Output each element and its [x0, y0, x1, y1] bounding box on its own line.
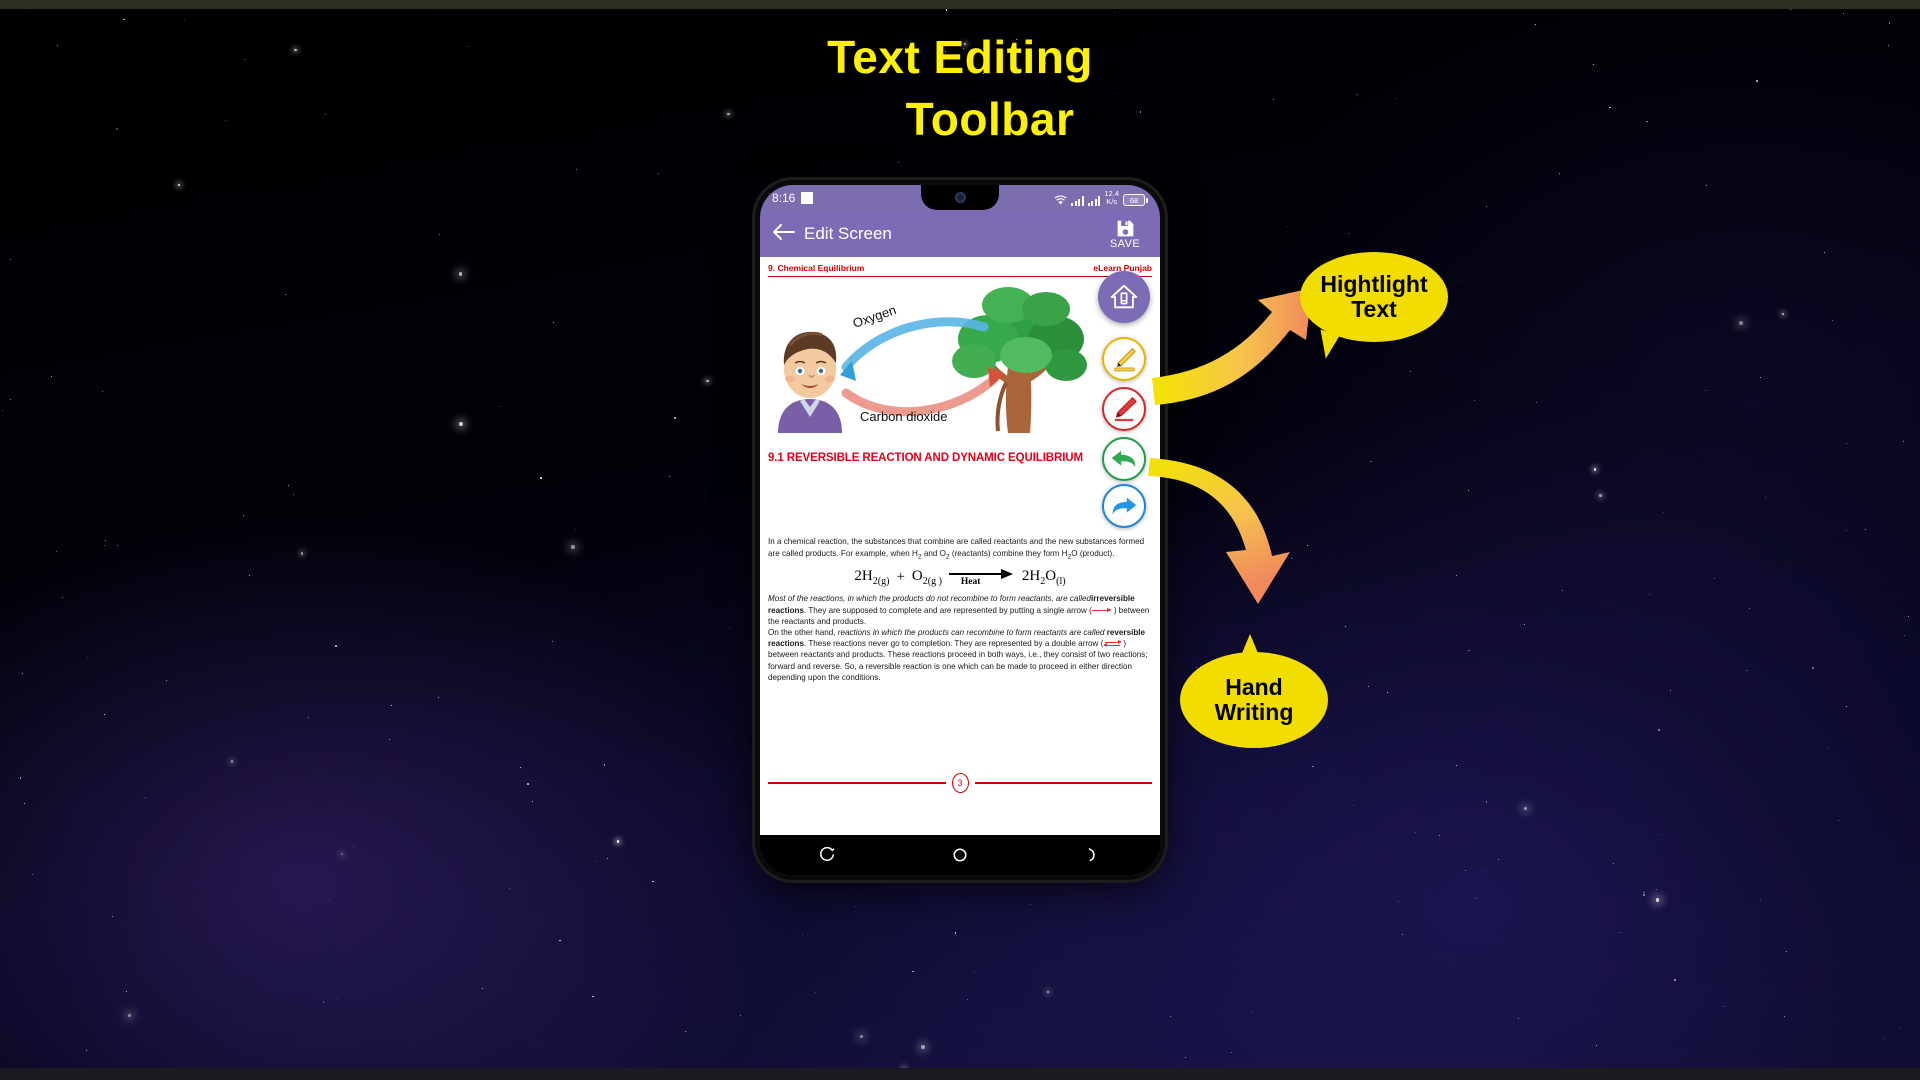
highlighter-pen-icon	[1114, 348, 1136, 372]
header-rule	[768, 276, 1152, 278]
paragraph-1-part4: O (product).	[1071, 548, 1115, 558]
status-bar-left: 8:16	[772, 191, 814, 205]
section-heading: 9.1 REVERSIBLE REACTION AND DYNAMIC EQUI…	[768, 452, 1083, 465]
redo-arrow-icon	[1112, 497, 1137, 515]
equation-plus: +	[896, 568, 905, 585]
paragraph-2-italic: Most of the reactions, in which the prod…	[768, 594, 1092, 604]
tree-graphic	[952, 287, 1087, 434]
front-camera-icon	[954, 192, 966, 203]
callout-hand-line1: Hand	[1225, 674, 1283, 701]
battery-tip	[1146, 197, 1148, 203]
signal-bars-icon-2	[1087, 195, 1101, 206]
paragraph-1-part2: and O	[921, 548, 946, 558]
callout-highlight-line2: Text	[1351, 296, 1397, 322]
status-bar-right: 12.4 K/s 68	[1054, 190, 1148, 206]
document-footer: 3	[768, 773, 1152, 793]
signal-bars-icon-1	[1071, 195, 1084, 206]
callout-hand-line2: Writing	[1214, 699, 1294, 725]
home-circle-icon[interactable]	[949, 844, 971, 866]
network-speed: 12.4 K/s	[1104, 190, 1119, 206]
equation-right: 2H2O(l)	[1021, 567, 1066, 587]
back-arrow-icon[interactable]	[772, 223, 798, 245]
paragraph-1: In a chemical reaction, the substances t…	[768, 537, 1145, 561]
battery-icon: 68	[1123, 194, 1148, 206]
app-bar: Edit Screen SAVE	[760, 211, 1160, 257]
paragraph-3-italic: reactions in which the products can reco…	[837, 627, 1105, 637]
battery-level: 68	[1123, 194, 1145, 206]
double-arrow-icon	[1103, 639, 1123, 648]
paragraph-2-rest: . They are supposed to complete and are …	[804, 605, 1092, 615]
label-carbon-dioxide: Carbon dioxide	[860, 409, 948, 425]
pencil-up-icon	[1110, 284, 1138, 309]
document-body: In a chemical reaction, the substances t…	[760, 536, 1160, 683]
phone-screen: 8:16 12.4 K/s 68 Edit Screen SAVE 9. Che…	[760, 185, 1160, 875]
callout-highlight-text: Hightlight Text	[1300, 252, 1448, 361]
top-border-strip	[0, 0, 1920, 9]
floppy-disk-icon	[1117, 220, 1133, 237]
callout-hand-writing: Hand Writing	[1180, 634, 1328, 748]
undo-tool[interactable]	[1102, 437, 1146, 481]
chapter-title: 9. Chemical Equilibrium	[768, 263, 865, 273]
save-button-label: SAVE	[1109, 238, 1141, 250]
callout-tail	[1240, 634, 1260, 658]
edit-fab[interactable]	[1098, 271, 1150, 323]
footer-rule-left	[768, 782, 946, 784]
footer-rule-right	[974, 782, 1152, 784]
highlighter-tool[interactable]	[1102, 337, 1146, 381]
navigation-bar	[760, 835, 1160, 875]
wifi-icon	[1055, 195, 1067, 205]
bottom-border-strip	[0, 1068, 1920, 1080]
paragraph-2: Most of the reactions, in which the prod…	[768, 593, 1152, 627]
equation-left-2: O2(g )	[911, 567, 942, 587]
back-nav-icon[interactable]	[1082, 844, 1104, 866]
camera-notch	[921, 185, 999, 210]
red-marker-icon	[1114, 397, 1137, 422]
paragraph-3-rest: . These reactions never go to completion…	[804, 639, 1104, 649]
save-button[interactable]: SAVE	[1102, 218, 1148, 250]
equation-arrow-label: Heat	[960, 577, 981, 588]
status-bar: 8:16 12.4 K/s 68	[760, 185, 1160, 211]
app-bar-title: Edit Screen	[804, 224, 892, 243]
phone-mockup: 8:16 12.4 K/s 68 Edit Screen SAVE 9. Che…	[755, 180, 1165, 880]
paragraph-1-part3: (reactants) combine they form H	[949, 548, 1068, 558]
single-arrow-icon	[1091, 607, 1114, 613]
recent-apps-icon[interactable]	[816, 844, 838, 866]
redo-tool[interactable]	[1102, 484, 1146, 528]
document-view[interactable]: 9. Chemical Equilibrium eLearn Punjab Ox…	[760, 257, 1160, 835]
boy-graphic	[778, 332, 842, 434]
paragraph-3-lead: On the other hand,	[768, 627, 838, 637]
equation-left-1: 2H2(g)	[854, 567, 890, 587]
document-header: 9. Chemical Equilibrium eLearn Punjab	[760, 257, 1160, 278]
undo-arrow-icon	[1111, 450, 1136, 468]
network-speed-unit: K/s	[1106, 197, 1118, 206]
status-clock: 8:16	[772, 191, 796, 205]
equation-arrow-heat: Heat	[948, 567, 1015, 588]
callout-highlight-line1: Hightlight	[1320, 271, 1428, 298]
paragraph-3: On the other hand, reactions in which th…	[768, 627, 1152, 683]
page-number: 3	[951, 773, 969, 793]
notification-icon	[801, 192, 814, 204]
chemical-equation: 2H2(g) + O2(g ) Heat 2H2O(l)	[768, 567, 1152, 588]
pen-tool[interactable]	[1102, 387, 1146, 431]
